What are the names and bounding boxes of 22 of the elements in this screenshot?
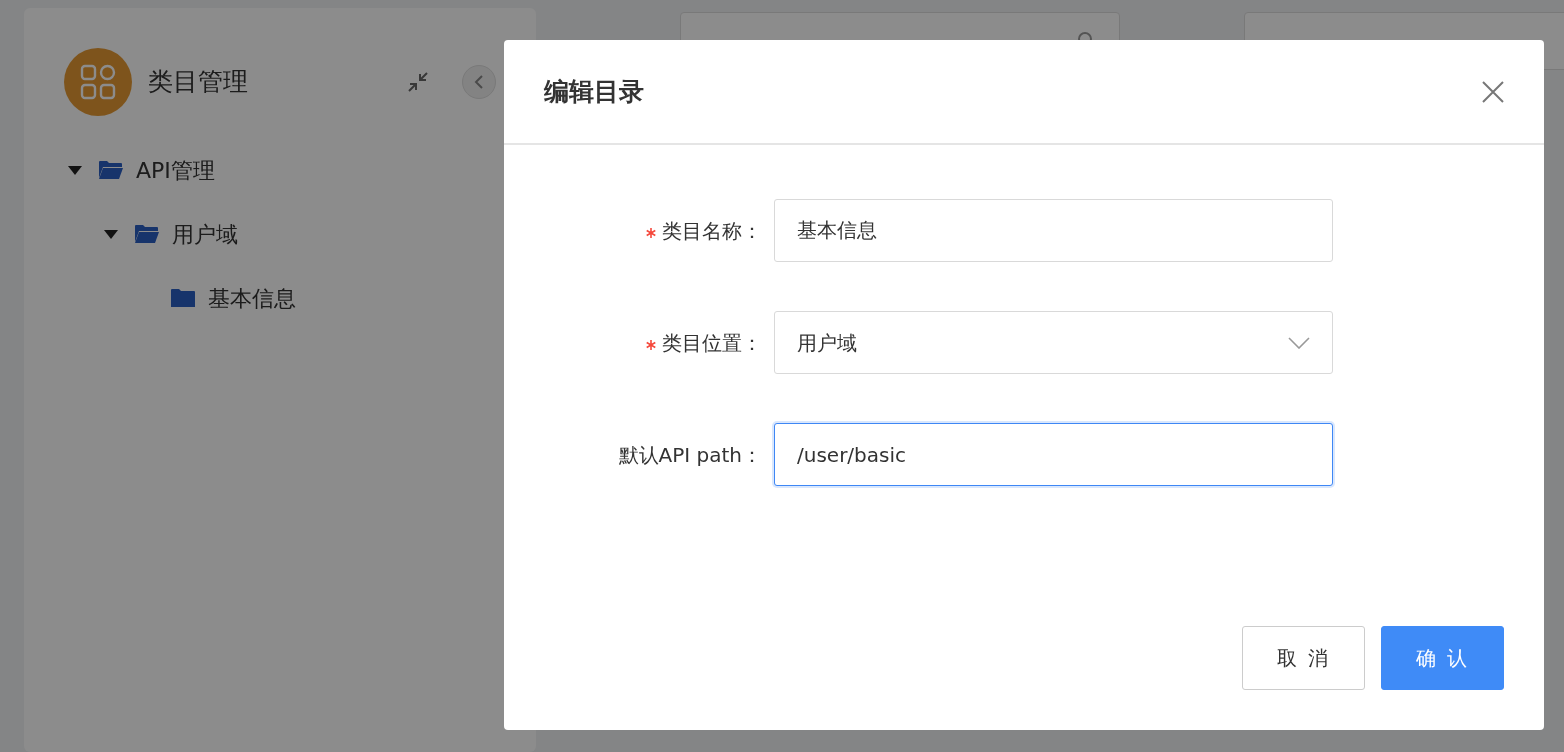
location-select[interactable]: 用户域: [774, 311, 1333, 374]
input-field[interactable]: /user/basic: [774, 423, 1333, 486]
tree-item[interactable]: API管理: [136, 153, 215, 187]
close-icon[interactable]: [1482, 80, 1504, 103]
chevron-down-icon: [1288, 336, 1310, 349]
cancel-button[interactable]: 取 消: [1242, 626, 1365, 690]
sidebar-title: 类目管理: [148, 66, 248, 99]
collapse-icon[interactable]: [406, 70, 430, 94]
tree-item[interactable]: 用户域: [172, 217, 238, 251]
open-folder-icon: [98, 160, 124, 180]
folder-icon: [170, 288, 196, 308]
chevron-left-icon: [473, 74, 485, 90]
open-folder-icon: [134, 224, 160, 244]
caret-down-icon[interactable]: [68, 165, 82, 175]
input-field[interactable]: 基本信息: [774, 199, 1333, 262]
field-label: 类目位置：: [662, 330, 762, 355]
field-label: 类目名称：: [662, 218, 762, 243]
tree-item[interactable]: 基本信息: [208, 281, 296, 315]
caret-down-icon[interactable]: [104, 229, 118, 239]
back-button[interactable]: [462, 65, 496, 99]
dialog-title: 编辑目录: [544, 75, 644, 108]
field-label: 默认API path：: [618, 442, 762, 467]
